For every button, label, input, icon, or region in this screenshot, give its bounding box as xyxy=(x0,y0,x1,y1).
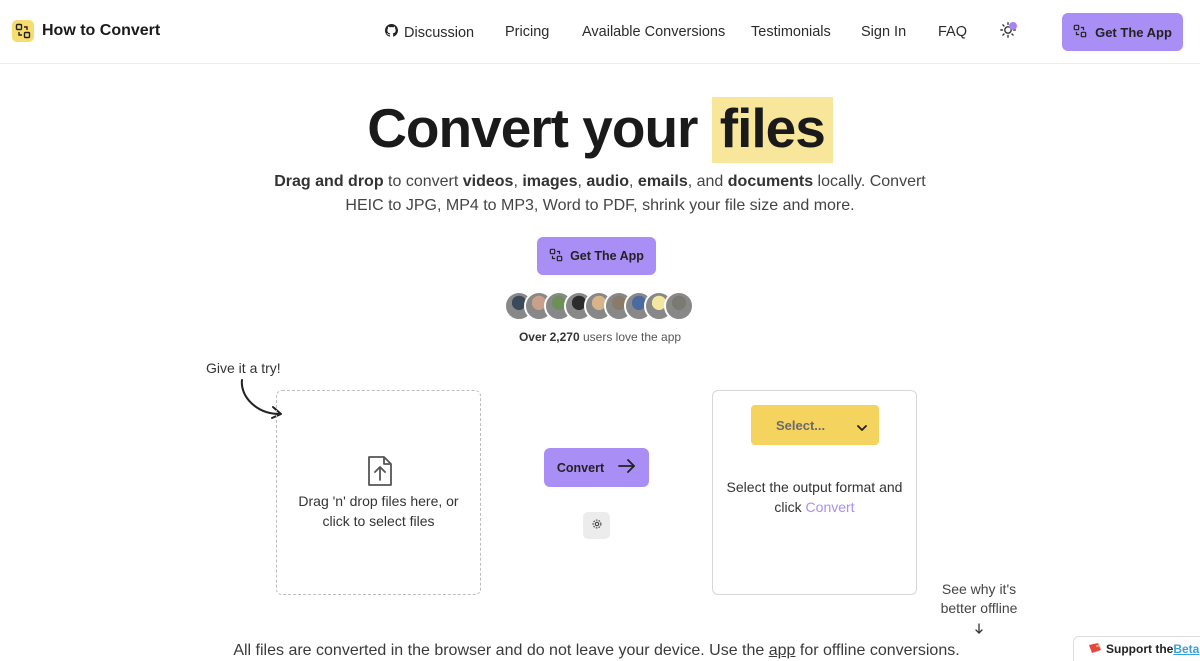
output-hint-convert-link[interactable]: Convert xyxy=(806,499,855,515)
hero-get-app-button[interactable]: Get The App xyxy=(537,237,656,275)
file-dropzone[interactable]: Drag 'n' drop files here, or click to se… xyxy=(276,390,481,595)
offline-note-line-1: See why it's xyxy=(941,581,1017,597)
hero-title: Convert your files xyxy=(0,96,1200,163)
nav-pricing-label: Pricing xyxy=(505,24,550,40)
support-beta-link: Beta xyxy=(1173,642,1200,656)
nav-faq[interactable]: FAQ xyxy=(938,24,967,40)
header-get-app-label: Get The App xyxy=(1095,24,1172,40)
users-count-number: Over 2,270 xyxy=(518,330,580,344)
dropzone-line-2: click to select files xyxy=(322,513,435,529)
subtitle-images: images xyxy=(522,173,578,190)
output-format-hint: Select the output format and click Conve… xyxy=(713,477,916,517)
arrow-right-icon xyxy=(618,459,636,476)
header-get-app-button[interactable]: Get The App xyxy=(1062,13,1183,51)
support-beta-badge[interactable]: Support the Beta xyxy=(1073,636,1200,661)
chevron-down-icon xyxy=(856,420,868,438)
output-format-panel: Select... Select the output format and c… xyxy=(712,390,917,595)
conversion-settings-button[interactable] xyxy=(583,512,610,539)
arrow-down-icon xyxy=(974,622,984,640)
offline-note[interactable]: See why it's better offline xyxy=(930,580,1028,618)
notification-dot xyxy=(1009,22,1017,30)
nav-discussion[interactable]: Discussion xyxy=(385,24,474,41)
nav-pricing[interactable]: Pricing xyxy=(505,24,549,40)
offline-info-text: All files are converted in the browser a… xyxy=(0,642,1193,660)
support-beta-prefix: Support the xyxy=(1106,642,1174,656)
file-upload-icon xyxy=(366,455,394,492)
nav-testimonials-label: Testimonials xyxy=(751,24,831,40)
brand-logo-icon xyxy=(12,20,34,42)
convert-button-label: Convert xyxy=(556,460,605,475)
users-count-suffix: users love the app xyxy=(579,330,682,344)
subtitle-videos: videos xyxy=(462,173,514,190)
hero-title-highlight: files xyxy=(711,97,833,163)
hero-subtitle: Drag and drop to convert videos, images,… xyxy=(270,170,930,218)
subtitle-text: , and xyxy=(687,173,728,190)
dropzone-text: Drag 'n' drop files here, or click to se… xyxy=(277,491,480,531)
app-link[interactable]: app xyxy=(769,642,796,659)
brand-name: How to Convert xyxy=(42,22,161,39)
offline-info-after: for offline conversions. xyxy=(795,642,960,659)
convert-app-icon xyxy=(1073,24,1087,41)
users-count: Over 2,270 users love the app xyxy=(0,330,1200,344)
output-format-select-value: Select... xyxy=(776,418,826,433)
try-it-label: Give it a try! xyxy=(206,360,281,376)
nav-available-conversions-label: Available Conversions xyxy=(582,24,726,40)
subtitle-audio: audio xyxy=(586,173,630,190)
nav-faq-label: FAQ xyxy=(938,24,968,40)
output-format-select[interactable]: Select... xyxy=(751,405,879,445)
convert-button[interactable]: Convert xyxy=(544,448,649,487)
subtitle-emails: emails xyxy=(637,173,688,190)
subtitle-text: to convert xyxy=(383,173,463,190)
subtitle-drag-and-drop: Drag and drop xyxy=(274,173,384,190)
dropzone-line-1: Drag 'n' drop files here, or xyxy=(298,493,459,509)
nav-testimonials[interactable]: Testimonials xyxy=(751,24,831,40)
brand-link[interactable]: How to Convert xyxy=(12,20,160,42)
hero-get-app-label: Get The App xyxy=(570,249,644,263)
output-hint-line-1: Select the output format and xyxy=(726,479,903,495)
nav-discussion-label: Discussion xyxy=(404,24,475,41)
nav-available-conversions[interactable]: Available Conversions xyxy=(582,24,725,40)
subtitle-documents: documents xyxy=(727,173,814,190)
offline-note-line-2: better offline xyxy=(940,600,1018,616)
output-hint-click: click xyxy=(774,499,806,515)
user-avatar xyxy=(664,291,694,321)
hero-title-main: Convert your xyxy=(367,97,698,159)
top-nav: How to Convert Discussion Pricing Availa… xyxy=(0,0,1200,64)
github-icon xyxy=(385,24,398,41)
nav-sign-in-label: Sign In xyxy=(861,24,907,40)
subtitle-text: , xyxy=(513,173,523,190)
nav-sign-in[interactable]: Sign In xyxy=(861,24,906,40)
subtitle-text: , xyxy=(629,173,638,190)
convert-app-icon xyxy=(549,248,563,265)
offline-info-before: All files are converted in the browser a… xyxy=(233,642,769,659)
user-avatars xyxy=(504,291,694,321)
ticket-icon xyxy=(1088,642,1102,657)
gear-icon xyxy=(591,518,603,533)
output-hint-line-2: click Convert xyxy=(713,497,916,517)
